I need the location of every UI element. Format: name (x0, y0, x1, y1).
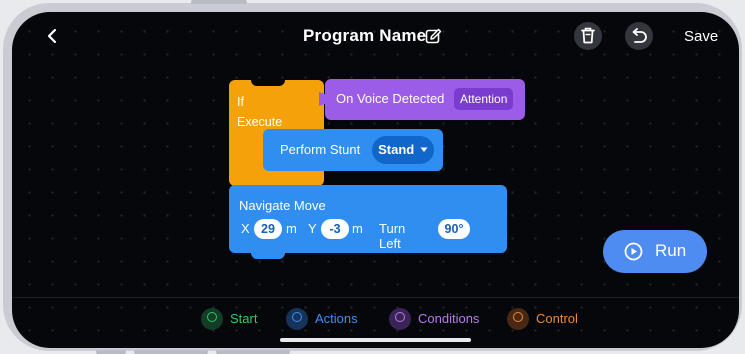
condition-label: On Voice Detected (336, 91, 445, 106)
save-button[interactable]: Save (684, 28, 718, 45)
side-button (96, 350, 126, 354)
trash-icon (581, 27, 595, 44)
pencil-square-icon (425, 28, 442, 44)
voice-value-selector[interactable]: Attention (454, 88, 514, 110)
category-label: Start (230, 311, 258, 326)
play-circle-icon (624, 242, 643, 261)
navigate-move-block[interactable]: Navigate Move X 29 m Y -3 m Turn Left 90… (229, 185, 507, 259)
home-indicator[interactable] (280, 338, 471, 342)
perform-stunt-block[interactable]: Perform Stunt Stand (263, 129, 443, 171)
divider (12, 297, 739, 298)
run-label: Run (655, 241, 687, 260)
voice-detected-condition-block[interactable]: On Voice Detected Attention (319, 79, 525, 120)
delete-button[interactable] (574, 22, 602, 50)
chevron-left-icon (47, 28, 57, 44)
caret-down-icon (420, 147, 428, 152)
edit-name-button[interactable] (425, 28, 442, 45)
undo-arrow-icon (632, 28, 647, 43)
y-label: Y (308, 221, 317, 236)
x-value-input[interactable]: 29 (254, 219, 282, 239)
turn-value-input[interactable]: 90° (438, 219, 470, 239)
top-bar: Program Name Save (12, 12, 739, 62)
side-button (134, 350, 208, 354)
y-unit: m (352, 221, 363, 236)
actions-category-icon (286, 308, 308, 330)
category-label: Conditions (418, 311, 480, 326)
stunt-value: Stand (378, 142, 415, 157)
execute-label: Execute (237, 115, 283, 129)
control-category-icon (507, 308, 529, 330)
app-screen: Program Name Save If Execute On Voice De… (12, 12, 739, 348)
back-button[interactable] (42, 25, 62, 47)
stunt-label: Perform Stunt (280, 142, 361, 157)
x-label: X (241, 221, 250, 236)
start-category-icon (201, 308, 223, 330)
category-label: Actions (315, 311, 358, 326)
navigate-title: Navigate Move (239, 198, 326, 213)
x-unit: m (286, 221, 297, 236)
if-label: If (237, 95, 244, 109)
block-connector (319, 92, 327, 106)
program-canvas[interactable]: If Execute On Voice Detected Attention P… (12, 62, 739, 302)
undo-button[interactable] (625, 22, 653, 50)
volume-button (191, 0, 247, 4)
conditions-category-icon (389, 308, 411, 330)
y-value-input[interactable]: -3 (321, 219, 349, 239)
side-button (216, 350, 290, 354)
block-notch (251, 252, 285, 259)
stunt-dropdown[interactable]: Stand (372, 136, 434, 164)
program-name-title[interactable]: Program Name (303, 26, 426, 46)
turn-label: Turn Left (379, 221, 406, 251)
run-button[interactable]: Run (603, 230, 707, 273)
category-label: Control (536, 311, 578, 326)
block-notch (251, 79, 285, 86)
device-frame: Program Name Save If Execute On Voice De… (3, 0, 742, 354)
